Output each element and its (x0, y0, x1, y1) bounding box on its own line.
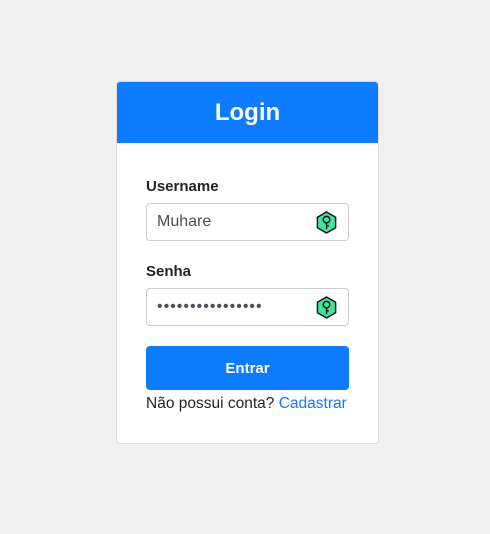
password-field-wrapper (146, 288, 349, 326)
password-label: Senha (146, 263, 192, 280)
signup-link[interactable]: Cadastrar (279, 395, 347, 412)
signup-text: Não possui conta? (146, 395, 275, 412)
login-form: Username Senha Entrar Não possui conta? (117, 178, 378, 413)
key-icon (316, 296, 337, 319)
login-title: Login (214, 98, 281, 126)
signup-prompt: Não possui conta? Cadastrar (146, 395, 349, 413)
key-icon (316, 211, 337, 234)
login-header: Login (117, 82, 378, 143)
login-button[interactable]: Entrar (146, 346, 349, 390)
username-field-wrapper (146, 203, 349, 241)
login-card: Login Username Senha Entrar Não po (116, 81, 379, 444)
username-label: Username (146, 178, 219, 195)
